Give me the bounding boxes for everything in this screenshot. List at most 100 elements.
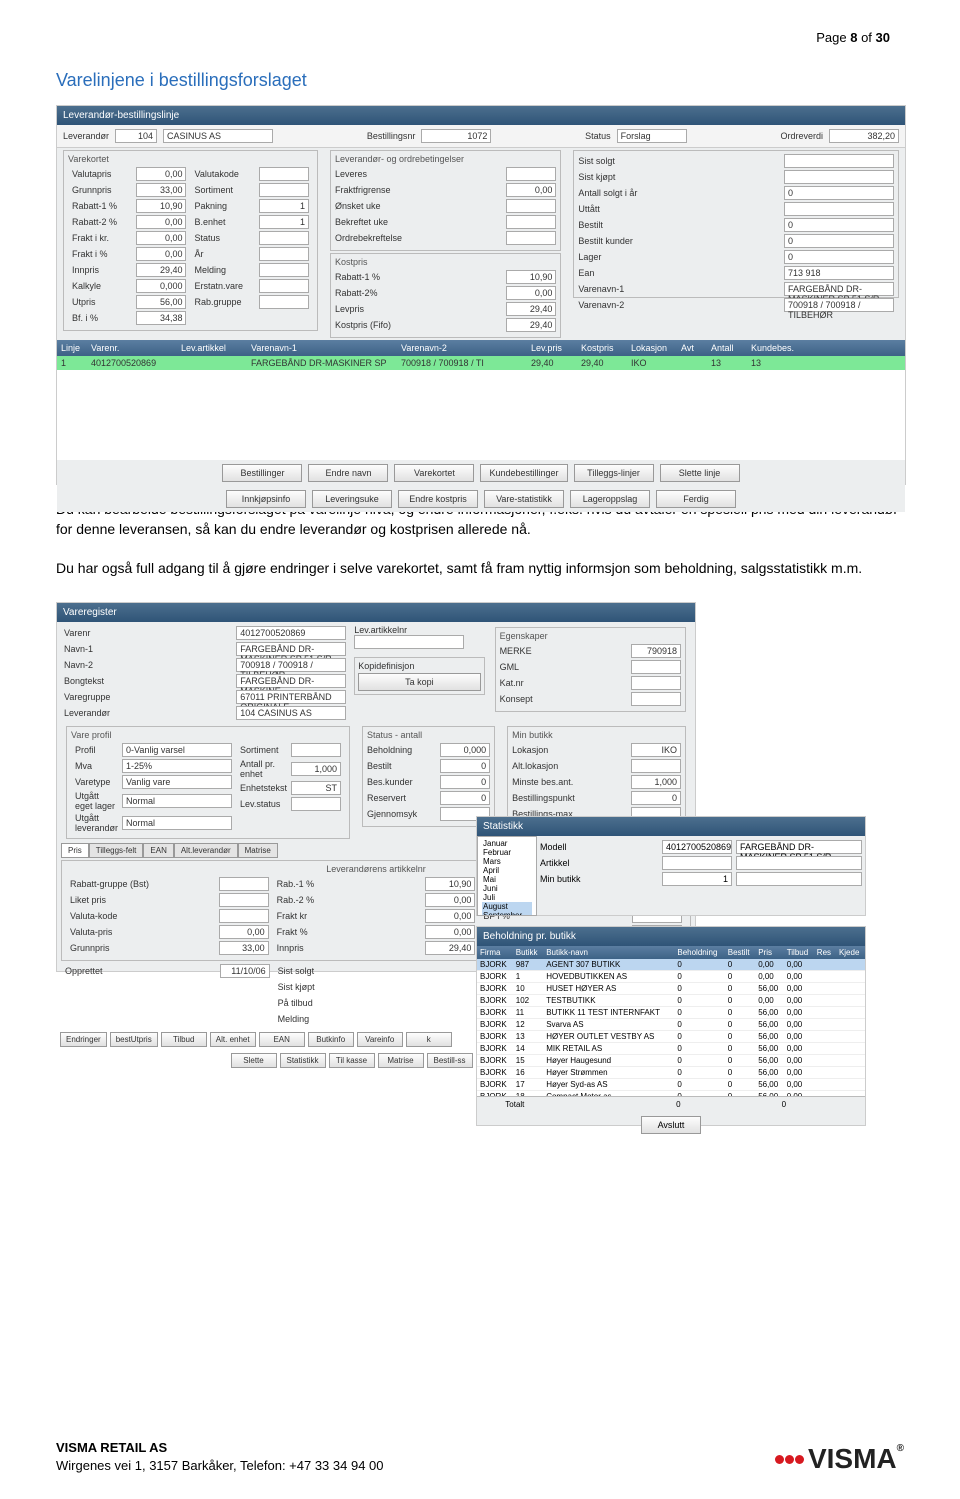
table-row[interactable]: BJORK13HØYER OUTLET VESTBY AS0056,000,00 [477, 1030, 865, 1042]
field-value[interactable]: 4012700520869 [236, 626, 346, 640]
field-value[interactable]: 0-Vanlig varsel [122, 743, 232, 757]
field-value[interactable]: Normal [122, 794, 232, 808]
field-value[interactable] [219, 893, 269, 907]
field-value[interactable] [259, 263, 309, 277]
field-value[interactable]: 1 [259, 199, 309, 213]
field-value[interactable] [219, 909, 269, 923]
table-row[interactable]: BJORK1HOVEDBUTIKKEN AS000,000,00 [477, 970, 865, 982]
varekortet-button[interactable]: Varekortet [394, 464, 474, 482]
field-value[interactable]: 10,90 [425, 877, 475, 891]
field-value[interactable]: ST [291, 781, 341, 795]
bestillinger-button[interactable]: Bestillinger [222, 464, 302, 482]
endre-kostpris-button[interactable]: Endre kostpris [398, 490, 478, 508]
field-value[interactable]: 0,00 [136, 167, 186, 181]
tilleggs-linjer-button[interactable]: Tilleggs-linjer [574, 464, 654, 482]
field-value[interactable]: 0 [784, 186, 894, 200]
matrise-button[interactable]: Matrise [378, 1053, 424, 1068]
field-value[interactable]: 67011 PRINTERBÅND ORIGINALE [236, 690, 346, 704]
table-row[interactable]: BJORK12Svarva AS0056,000,00 [477, 1018, 865, 1030]
field-value[interactable] [259, 167, 309, 181]
leveringsuke-button[interactable]: Leveringsuke [312, 490, 392, 508]
field-value[interactable] [506, 167, 556, 181]
leverandor-id[interactable]: 104 [115, 129, 157, 143]
tilbud-button[interactable]: Tilbud [161, 1032, 207, 1047]
field-value[interactable]: FARGEBÅND DR-MASKINER SP 51 S/R [784, 282, 894, 296]
field-value[interactable]: 0,00 [136, 215, 186, 229]
tab-tilleggs-felt[interactable]: Tilleggs-felt [89, 843, 144, 858]
field-value[interactable] [506, 231, 556, 245]
field-value[interactable]: FARGEBÅND DR-MASKINER SP 51 S/R [236, 642, 346, 656]
field-value[interactable] [784, 154, 894, 168]
field-value[interactable]: 33,00 [219, 941, 269, 955]
month-list[interactable]: JanuarFebruarMarsAprilMaiJuniJuliAugustS… [477, 836, 537, 916]
slette-linje-button[interactable]: Slette linje [660, 464, 740, 482]
field-value[interactable] [784, 202, 894, 216]
field-value[interactable]: 0,000 [136, 279, 186, 293]
table-row[interactable]: BJORK10HUSET HØYER AS0056,000,00 [477, 982, 865, 994]
ta-kopi-button[interactable]: Ta kopi [358, 673, 480, 691]
table-row[interactable]: BJORK16Høyer Strømmen0056,000,00 [477, 1066, 865, 1078]
bestill-ss-button[interactable]: Bestill-ss [427, 1053, 473, 1068]
field-value[interactable] [259, 231, 309, 245]
field-value[interactable]: 0,00 [425, 925, 475, 939]
slette-button[interactable]: Slette [231, 1053, 277, 1068]
endringer-button[interactable]: Endringer [60, 1032, 107, 1047]
field-value[interactable]: 1 [259, 215, 309, 229]
leverandor-name[interactable]: CASINUS AS [163, 129, 273, 143]
field-value[interactable]: 0,00 [219, 925, 269, 939]
field-value[interactable] [631, 759, 681, 773]
table-row[interactable]: BJORK14MIK RETAIL AS0056,000,00 [477, 1042, 865, 1054]
field-value[interactable]: 0 [440, 775, 490, 789]
field-value[interactable] [259, 247, 309, 261]
tab-pris[interactable]: Pris [61, 843, 89, 858]
vareinfo-button[interactable]: Vareinfo [357, 1032, 403, 1047]
field-value[interactable]: 1,000 [631, 775, 681, 789]
kundebestillinger-button[interactable]: Kundebestillinger [480, 464, 567, 482]
lageroppslag-button[interactable]: Lageroppslag [570, 490, 650, 508]
field-value[interactable] [631, 692, 681, 706]
table-row[interactable]: BJORK15Høyer Haugesund0056,000,00 [477, 1054, 865, 1066]
field-value[interactable]: 700918 / 700918 / TILBEHØR [236, 658, 346, 672]
butkinfo-button[interactable]: Butkinfo [308, 1032, 354, 1047]
field-value[interactable]: 713 918 [784, 266, 894, 280]
field-value[interactable]: 34,38 [136, 311, 186, 325]
field-value[interactable]: 104 CASINUS AS [236, 706, 346, 720]
status-value[interactable]: Forslag [617, 129, 687, 143]
field-value[interactable]: 29,40 [506, 302, 556, 316]
table-row[interactable]: BJORK11BUTIKK 11 TEST INTERNFAKT0056,000… [477, 1006, 865, 1018]
statistikk-button[interactable]: Statistikk [280, 1053, 326, 1068]
field-value[interactable] [259, 295, 309, 309]
ean-button[interactable]: EAN [259, 1032, 305, 1047]
field-value[interactable]: 0,00 [425, 893, 475, 907]
ferdig-button[interactable]: Ferdig [656, 490, 736, 508]
field-value[interactable] [631, 660, 681, 674]
field-value[interactable]: 790918 [631, 644, 681, 658]
bestillingsnr[interactable]: 1072 [421, 129, 491, 143]
field-value[interactable]: 29,40 [136, 263, 186, 277]
field-value[interactable] [291, 797, 341, 811]
field-value[interactable]: 0,00 [136, 231, 186, 245]
field-value[interactable] [631, 676, 681, 690]
field-value[interactable]: 0 [631, 791, 681, 805]
field-value[interactable] [784, 170, 894, 184]
field-value[interactable] [259, 279, 309, 293]
field-value[interactable]: Normal [122, 816, 232, 830]
field-value[interactable]: 0 [440, 791, 490, 805]
field-value[interactable]: 0,00 [506, 183, 556, 197]
field-value[interactable]: 10,90 [136, 199, 186, 213]
field-value[interactable]: 33,00 [136, 183, 186, 197]
field-value[interactable] [506, 199, 556, 213]
grid-row[interactable]: 14012700520869FARGEBÅND DR-MASKINER SP70… [57, 356, 905, 370]
table-row[interactable]: BJORK987AGENT 307 BUTIKK000,000,00 [477, 959, 865, 971]
tab-alt.leverandør[interactable]: Alt.leverandør [174, 843, 238, 858]
field-value[interactable]: 1,000 [291, 762, 341, 776]
field-value[interactable]: 0,000 [440, 743, 490, 757]
field-value[interactable] [291, 743, 341, 757]
field-value[interactable]: 0 [784, 250, 894, 264]
tab-matrise[interactable]: Matrise [238, 843, 278, 858]
field-value[interactable]: 0,00 [425, 909, 475, 923]
til kasse-button[interactable]: Til kasse [329, 1053, 375, 1068]
field-value[interactable]: 56,00 [136, 295, 186, 309]
field-value[interactable]: 10,90 [506, 270, 556, 284]
field-value[interactable]: 0 [440, 759, 490, 773]
